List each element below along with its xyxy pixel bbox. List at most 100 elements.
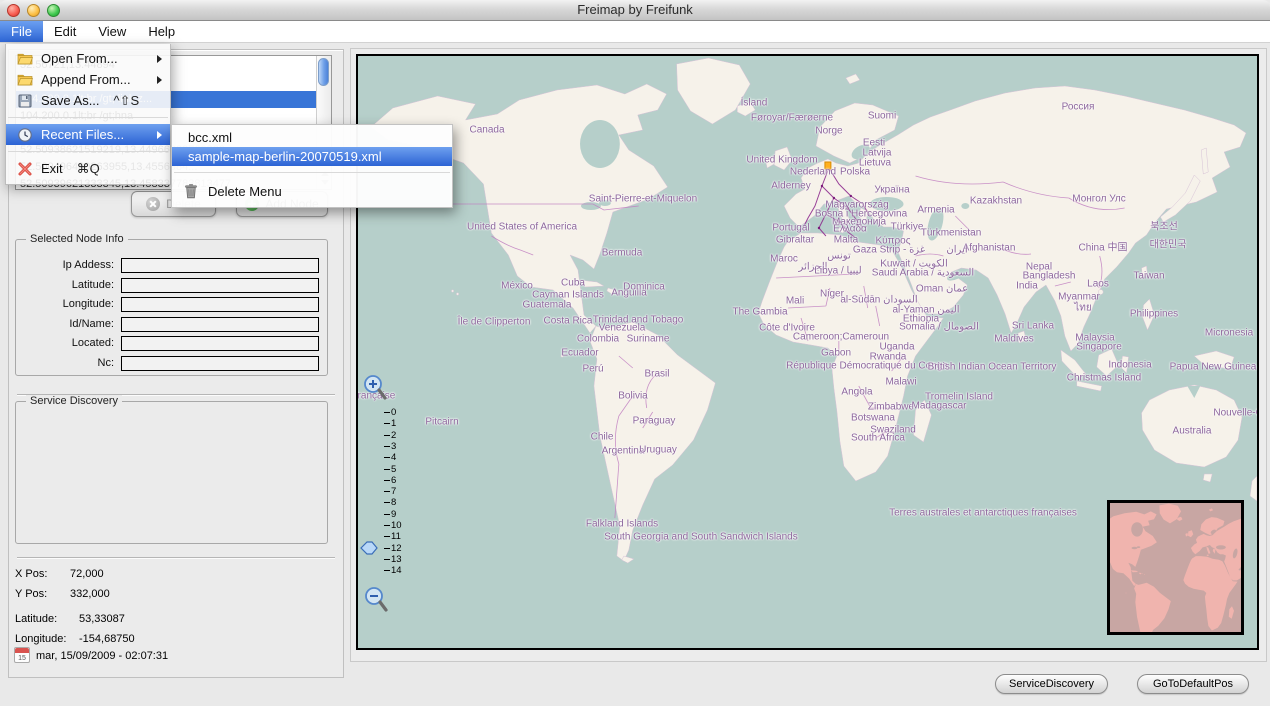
service-discovery-title: Service Discovery (26, 395, 122, 408)
menubar-item-file[interactable]: File (0, 21, 43, 42)
field-input-located[interactable] (121, 336, 319, 351)
tick-dash (384, 525, 390, 526)
menubar-item-edit[interactable]: Edit (43, 21, 87, 42)
submenu-arrow-icon (157, 131, 162, 139)
tick-dash (384, 469, 390, 470)
tick-dash (384, 446, 390, 447)
x-pos-value: 72,000 (70, 567, 104, 581)
zoom-tick-2[interactable]: 2 (384, 430, 396, 441)
menu-shortcut: ^⇧S (114, 93, 140, 109)
tick-dash (384, 559, 390, 560)
tick-dash (384, 435, 390, 436)
field-input-longitude[interactable] (121, 297, 319, 312)
y-pos-row: Y Pos: 332,000 (15, 587, 47, 601)
submenu-item-bcc-xml[interactable]: bcc.xml (172, 128, 452, 147)
longitude-label: Longitude: (15, 633, 66, 645)
file-menu-item-save-as[interactable]: Save As...^⇧S (6, 90, 170, 111)
submenu-item-delete-menu[interactable]: Delete Menu (172, 179, 452, 203)
minimap-overview[interactable] (1107, 500, 1244, 635)
field-label: Longitude: (16, 297, 114, 312)
zoom-out-button[interactable] (363, 585, 389, 620)
field-label: Latitude: (16, 278, 114, 293)
tick-dash (384, 480, 390, 481)
latitude-value: 53,33087 (79, 612, 125, 626)
menu-shortcut: ⌘Q (77, 161, 100, 177)
field-label: Located: (16, 336, 114, 351)
titlebar: Freimap by Freifunk (0, 0, 1270, 21)
tick-dash (384, 536, 390, 537)
zoom-in-button[interactable] (362, 373, 388, 408)
folder-icon (17, 72, 34, 88)
zoom-tick-9[interactable]: 9 (384, 509, 396, 520)
longitude-row: Longitude: -154,68750 (15, 632, 66, 646)
separator (17, 557, 335, 559)
field-input-id-name[interactable] (121, 317, 319, 332)
file-menu-item-open-from[interactable]: Open From... (6, 48, 170, 69)
file-menu: Open From... Append From...Save As...^⇧S R… (5, 44, 171, 185)
zoom-level-pointer[interactable] (360, 541, 379, 561)
submenu-item-label: Delete Menu (208, 182, 282, 201)
trash-icon (182, 182, 200, 200)
tick-dash (384, 412, 390, 413)
window-title: Freimap by Freifunk (0, 0, 1270, 20)
zoom-tick-12[interactable]: 12 (384, 543, 402, 554)
field-label: Id/Name: (16, 317, 114, 332)
tick-dash (384, 491, 390, 492)
zoom-tick-11[interactable]: 11 (384, 531, 401, 542)
zoom-tick-0[interactable]: 0 (384, 407, 396, 418)
field-input-latitude[interactable] (121, 278, 319, 293)
service-discovery-group: Service Discovery (15, 401, 328, 544)
zoom-tick-10[interactable]: 10 (384, 520, 402, 531)
menubar-item-view[interactable]: View (87, 21, 137, 42)
latitude-label: Latitude: (15, 613, 57, 625)
tick-dash (384, 457, 390, 458)
scrollbar-thumb[interactable] (318, 58, 329, 86)
longitude-value: -154,68750 (79, 632, 135, 646)
recent-files-submenu: bcc.xmlsample-map-berlin-20070519.xml Del… (171, 124, 453, 208)
berlin-marker (825, 162, 831, 169)
file-menu-item-exit[interactable]: Exit ⌘Q (6, 158, 170, 179)
zoom-tick-3[interactable]: 3 (384, 441, 396, 452)
zoom-tick-14[interactable]: 14 (384, 565, 402, 576)
field-label: Ip Addess: (16, 258, 114, 273)
y-pos-label: Y Pos: (15, 588, 47, 600)
submenu-arrow-icon (157, 76, 162, 84)
zoom-tick-6[interactable]: 6 (384, 475, 396, 486)
submenu-item-label: sample-map-berlin-20070519.xml (188, 147, 382, 166)
zoom-tick-8[interactable]: 8 (384, 497, 396, 508)
zoom-tick-5[interactable]: 5 (384, 464, 396, 475)
folder-icon (17, 51, 34, 67)
file-menu-item-recent-files[interactable]: Recent Files... (6, 124, 170, 145)
zoom-tick-7[interactable]: 7 (384, 486, 396, 497)
zoom-tick-1[interactable]: 1 (384, 418, 396, 429)
tick-dash (384, 548, 390, 549)
menu-item-label: Exit (41, 161, 63, 176)
map-canvas[interactable]: CanadaUnited States of AmericaMéxicoCuba… (356, 54, 1259, 650)
calendar-icon (14, 647, 30, 663)
field-input-ip-addess[interactable] (121, 258, 319, 273)
servicediscovery-button[interactable]: ServiceDiscovery (995, 674, 1108, 694)
floppy-icon (17, 93, 34, 109)
exit-icon (17, 161, 34, 177)
y-pos-value: 332,000 (70, 587, 110, 601)
x-pos-row: X Pos: 72,000 (15, 567, 47, 581)
menubar: FileEditViewHelp (0, 21, 1270, 43)
selected-node-info-group: Selected Node Info Ip Addess:Latitude:Lo… (15, 239, 328, 376)
zoom-tick-13[interactable]: 13 (384, 554, 402, 565)
submenu-item-label: bcc.xml (188, 128, 232, 147)
menu-item-label: Recent Files... (41, 127, 124, 142)
tick-dash (384, 514, 390, 515)
field-label: Nc: (16, 356, 114, 371)
submenu-arrow-icon (157, 55, 162, 63)
menubar-item-help[interactable]: Help (137, 21, 186, 42)
field-input-nc[interactable] (121, 356, 319, 371)
file-menu-item-append-from[interactable]: Append From... (6, 69, 170, 90)
map-panel: CanadaUnited States of AmericaMéxicoCuba… (350, 48, 1267, 662)
selected-node-info-title: Selected Node Info (26, 233, 128, 246)
tick-dash (384, 502, 390, 503)
menu-item-label: Open From... (41, 51, 118, 66)
latitude-row: Latitude: 53,33087 (15, 612, 57, 626)
gotodefaultpos-button[interactable]: GoToDefaultPos (1137, 674, 1249, 694)
zoom-tick-4[interactable]: 4 (384, 452, 396, 463)
submenu-item-sample-map-berlin-20070519-xml[interactable]: sample-map-berlin-20070519.xml (172, 147, 452, 166)
